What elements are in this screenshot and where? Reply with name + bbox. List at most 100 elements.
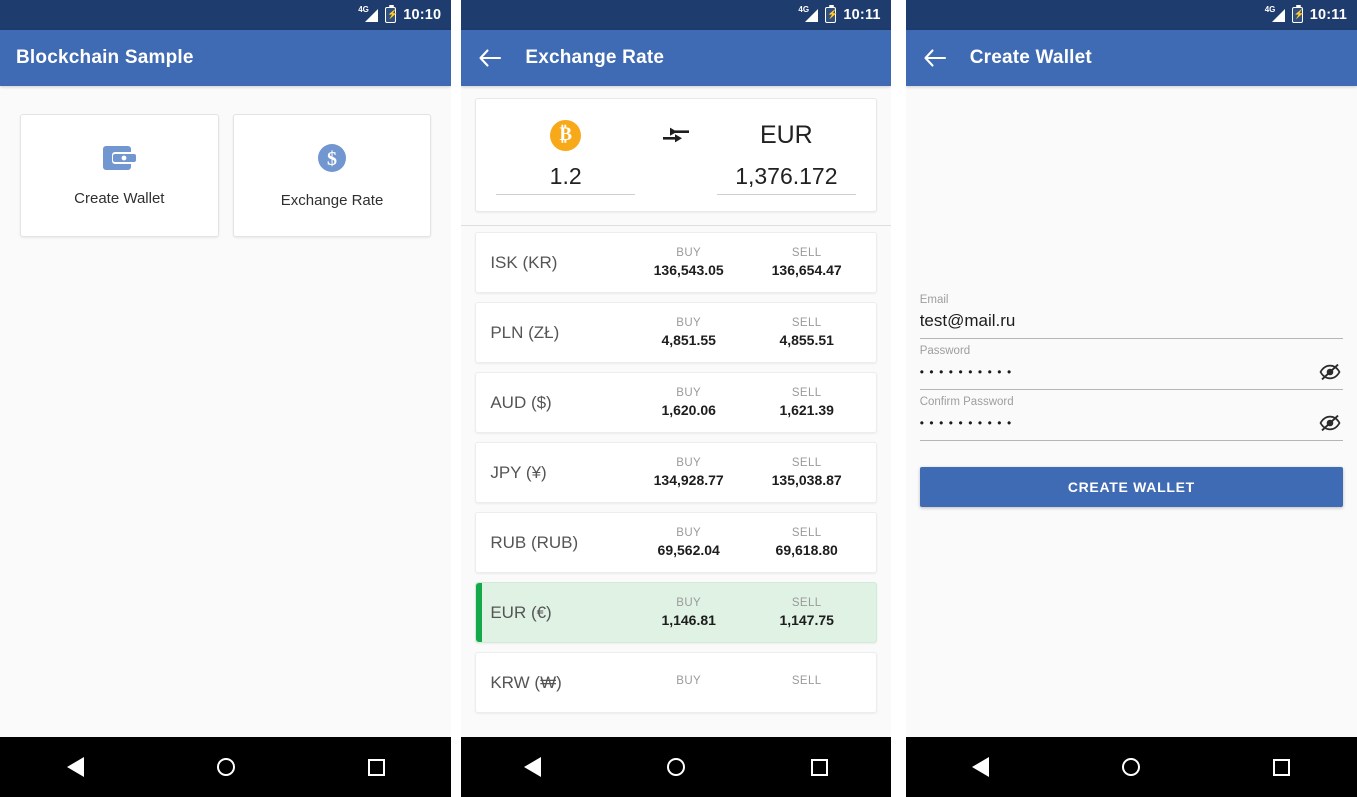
sell-label: SELL (791, 317, 822, 329)
app-bar-exchange-rate: Exchange Rate (461, 30, 891, 86)
network-type-label: 4G (358, 5, 369, 14)
recents-nav-button[interactable] (348, 747, 404, 787)
currency-name: EUR (€) (490, 602, 552, 622)
sell-value: 4,855.51 (779, 332, 834, 348)
status-bar: 4G ⚡ 10:11 (461, 0, 891, 30)
email-field-group: Email test@mail.ru (919, 294, 1344, 339)
signal-4g-icon: 4G (1265, 6, 1285, 23)
recents-nav-button[interactable] (791, 747, 847, 787)
table-row[interactable]: ISK (KR) BUY 136,543.05 SELL 136,654.47 (475, 232, 877, 293)
target-currency-code[interactable]: EUR (760, 121, 813, 150)
to-amount-value: 1,376.172 (735, 163, 838, 189)
android-nav-bar (0, 737, 452, 797)
battery-icon: ⚡ (385, 5, 398, 23)
create-wallet-button[interactable]: CREATE WALLET (919, 467, 1344, 507)
status-clock: 10:11 (843, 7, 881, 23)
app-bar-create-wallet: Create Wallet (905, 30, 1357, 86)
home-nav-button[interactable] (648, 747, 704, 787)
back-arrow-icon[interactable] (922, 45, 948, 71)
page-title: Blockchain Sample (16, 47, 194, 68)
battery-icon: ⚡ (1291, 5, 1305, 23)
card-exchange-rate[interactable]: $ Exchange Rate (232, 114, 432, 237)
battery-icon: ⚡ (825, 5, 839, 23)
email-field[interactable]: test@mail.ru (920, 311, 1343, 331)
password-field-group: Password •••••••••• (919, 345, 1344, 390)
buy-label: BUY (676, 597, 702, 609)
recents-square-icon (810, 758, 828, 776)
buy-cell: BUY 1,146.81 (630, 597, 748, 628)
table-row[interactable]: AUD ($) BUY 1,620.06 SELL 1,621.39 (475, 372, 877, 433)
buy-cell: BUY 136,543.05 (630, 247, 748, 278)
home-content: Create Wallet $ Exchange Rate (0, 86, 452, 737)
buy-cell: BUY 134,928.77 (630, 457, 748, 488)
phone-screen-home: 4G ⚡ 10:10 Blockchain Sample Create Wall… (0, 0, 452, 797)
network-type-label: 4G (798, 5, 810, 14)
back-triangle-icon (972, 757, 990, 777)
buy-value: 69,562.04 (657, 542, 720, 558)
wallet-icon (102, 144, 137, 172)
sell-cell: SELL 1,147.75 (748, 597, 866, 628)
table-row[interactable]: PLN (ZŁ) BUY 4,851.55 SELL 4,855.51 (475, 302, 877, 363)
table-row[interactable]: JPY (¥) BUY 134,928.77 SELL 135,038.87 (475, 442, 877, 503)
currency-name: KRW (₩) (490, 672, 562, 692)
buy-label: BUY (676, 527, 702, 539)
status-clock: 10:11 (1309, 7, 1348, 23)
home-circle-icon (666, 758, 685, 776)
buy-cell: BUY 69,562.04 (630, 527, 748, 558)
sell-label: SELL (791, 247, 822, 259)
back-nav-button[interactable] (953, 747, 1009, 787)
email-label: Email (919, 294, 949, 306)
sell-label: SELL (791, 597, 822, 609)
screenshot-root: 4G ⚡ 10:10 Blockchain Sample Create Wall… (0, 0, 1357, 797)
buy-value: 136,543.05 (653, 262, 724, 278)
eye-off-icon[interactable] (1317, 412, 1343, 434)
sell-cell: SELL 135,038.87 (748, 457, 866, 488)
password-field[interactable]: •••••••••• (920, 365, 1317, 379)
buy-label: BUY (676, 317, 702, 329)
recents-nav-button[interactable] (1254, 747, 1310, 787)
currency-name: JPY (¥) (490, 462, 547, 482)
sell-label: SELL (791, 527, 822, 539)
sell-label: SELL (791, 387, 822, 399)
exchange-rate-content: ₿ EUR 1.2 1,376.172 ISK (KR) BUY 136,543… (461, 86, 891, 737)
sell-cell: SELL 4,855.51 (748, 317, 866, 348)
table-row-selected[interactable]: EUR (€) BUY 1,146.81 SELL 1,147.75 (475, 582, 877, 643)
buy-label: BUY (676, 675, 702, 687)
back-arrow-icon[interactable] (477, 45, 503, 71)
home-nav-button[interactable] (198, 747, 254, 787)
signal-4g-icon: 4G (358, 5, 379, 23)
back-nav-button[interactable] (505, 747, 561, 787)
card-create-wallet[interactable]: Create Wallet (20, 114, 219, 237)
home-nav-button[interactable] (1103, 747, 1159, 787)
buy-cell: BUY (630, 675, 748, 690)
svg-text:$: $ (327, 148, 337, 170)
create-wallet-form: Email test@mail.ru Password •••••••••• C… (906, 294, 1357, 507)
from-amount-input[interactable]: 1.2 (496, 163, 636, 195)
sell-label: SELL (791, 675, 822, 687)
sell-cell: SELL (748, 675, 866, 690)
eye-off-icon[interactable] (1317, 361, 1343, 383)
dollar-circle-icon: $ (316, 142, 348, 174)
status-bar: 4G ⚡ 10:10 (0, 0, 452, 30)
buy-label: BUY (676, 457, 702, 469)
sell-value: 136,654.47 (771, 262, 842, 278)
to-amount-input[interactable]: 1,376.172 (717, 163, 856, 195)
sell-value: 69,618.80 (775, 542, 838, 558)
page-title: Create Wallet (969, 47, 1092, 68)
back-nav-button[interactable] (47, 747, 103, 787)
password-label: Password (919, 345, 971, 357)
rate-list[interactable]: ISK (KR) BUY 136,543.05 SELL 136,654.47 … (461, 226, 890, 713)
sell-value: 135,038.87 (771, 472, 842, 488)
currency-name: PLN (ZŁ) (490, 322, 560, 342)
status-clock: 10:10 (403, 7, 442, 23)
table-row[interactable]: KRW (₩) BUY SELL (475, 652, 877, 713)
signal-4g-icon: 4G (798, 5, 819, 23)
confirm-password-field[interactable]: •••••••••• (920, 416, 1317, 430)
confirm-password-label: Confirm Password (919, 396, 1014, 408)
table-row[interactable]: RUB (RUB) BUY 69,562.04 SELL 69,618.80 (475, 512, 877, 573)
buy-value: 134,928.77 (653, 472, 724, 488)
buy-value: 1,146.81 (661, 612, 716, 628)
swap-arrows-icon[interactable] (641, 123, 711, 147)
home-card-grid: Create Wallet $ Exchange Rate (0, 86, 451, 237)
buy-cell: BUY 1,620.06 (630, 387, 748, 418)
